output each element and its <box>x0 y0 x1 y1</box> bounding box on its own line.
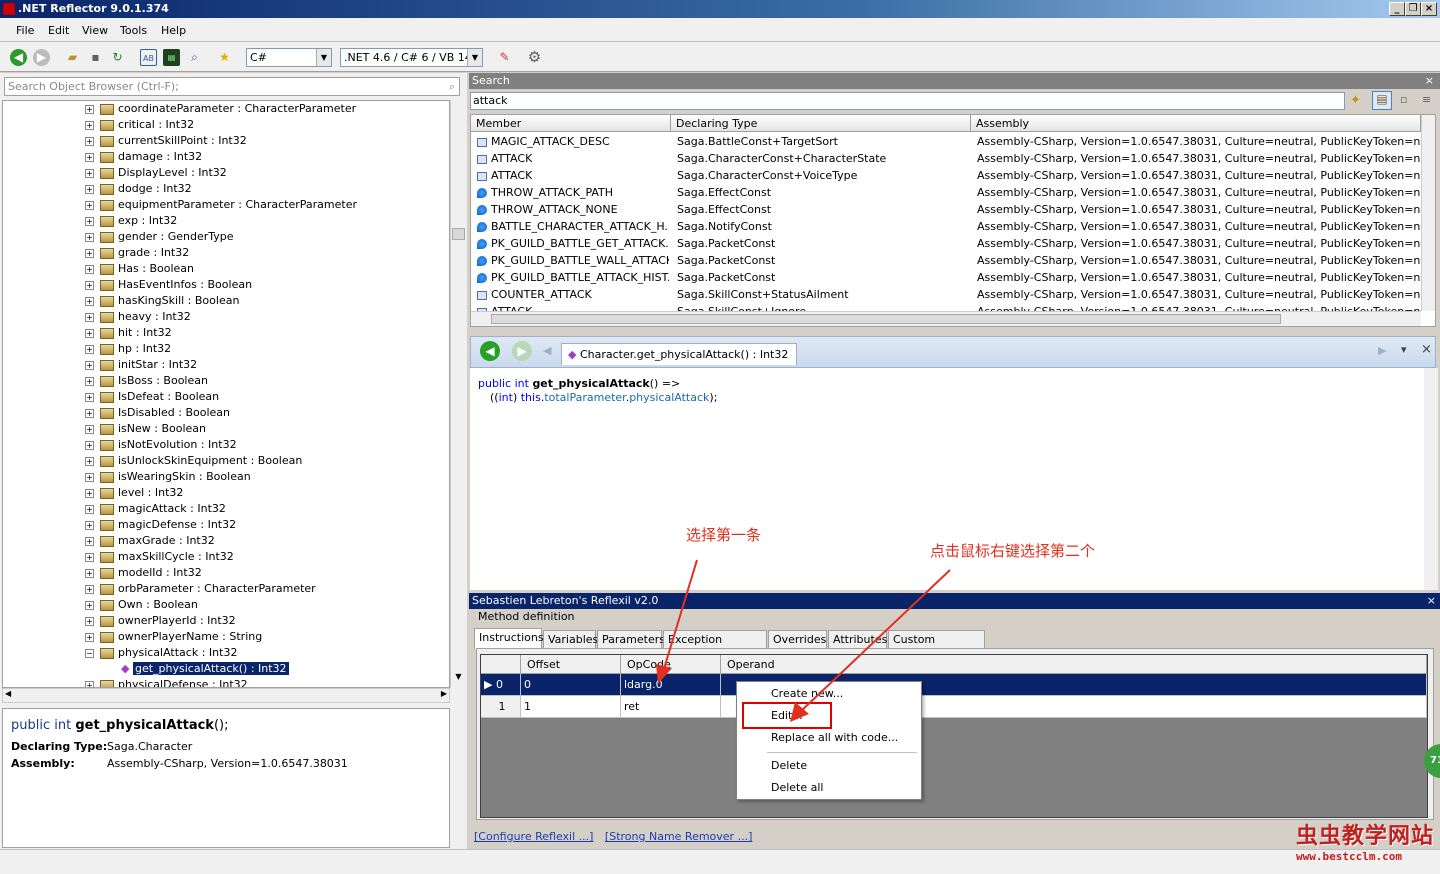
reflexil-links: [Configure Reflexil ...] [Strong Name Re… <box>474 830 752 843</box>
annotation-first: 选择第一条 <box>686 526 762 544</box>
watermark-logo: 虫虫教学网站 www.bestcclm.com <box>1296 818 1436 866</box>
configure-reflexil-link[interactable]: [Configure Reflexil ...] <box>474 830 593 843</box>
status-bar <box>0 849 1440 874</box>
watermark-url: www.bestcclm.com <box>1296 850 1402 863</box>
arrow-head-1 <box>656 664 672 684</box>
strong-name-remover-link[interactable]: [Strong Name Remover ...] <box>605 830 752 843</box>
watermark-title: 虫虫教学网站 <box>1296 824 1435 849</box>
annotation-arrow-1 <box>662 559 698 673</box>
annotation-arrows <box>656 559 951 722</box>
annotation-second: 点击鼠标右键选择第二个 <box>930 542 1096 560</box>
annotation-arrow-2 <box>799 569 951 713</box>
